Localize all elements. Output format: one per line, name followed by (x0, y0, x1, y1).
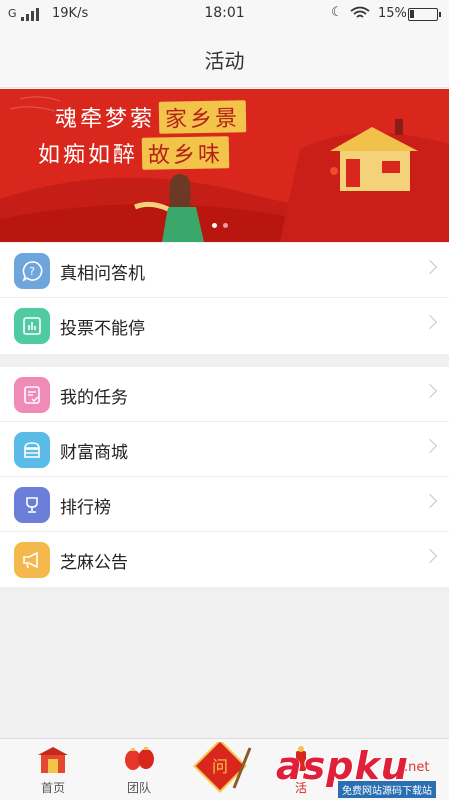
carousel-dot-2[interactable] (223, 223, 228, 228)
menu-item-my-tasks[interactable]: 我的任务 (0, 367, 449, 422)
menu-item-vote[interactable]: 投票不能停 (0, 298, 449, 353)
menu-item-wealth-mall[interactable]: 财富商城 (0, 422, 449, 477)
menu-item-label: 排行榜 (60, 498, 111, 518)
megaphone-icon (14, 542, 50, 578)
promo-banner[interactable]: 魂牵梦萦 家乡景 如痴如醉 故乡味 (0, 89, 449, 242)
task-icon (14, 377, 50, 413)
carousel-dot-1[interactable] (212, 223, 217, 228)
chevron-right-icon (422, 438, 438, 454)
menu-item-label: 芝麻公告 (60, 553, 128, 573)
watermark-net: .net (404, 760, 430, 775)
svg-text:问: 问 (212, 757, 228, 776)
chart-icon (14, 308, 50, 344)
menu-item-leaderboard[interactable]: 排行榜 (0, 477, 449, 532)
center-action-button[interactable]: 问 (192, 739, 252, 798)
battery-icon (408, 8, 441, 21)
tab-home[interactable]: 首页 (18, 739, 88, 800)
moon-icon: ☾ (331, 5, 343, 20)
menu-item-label: 我的任务 (60, 388, 128, 408)
couplet-icon: 问 (193, 739, 252, 793)
svg-text:?: ? (29, 265, 35, 278)
page-title: 活动 (204, 49, 245, 73)
watermark: aspku .net 免费网站源码下载站 (276, 736, 449, 800)
tab-team[interactable]: 团队 (104, 739, 174, 800)
top-app-bar: 活动 (0, 28, 449, 88)
carousel-dots[interactable] (212, 223, 228, 228)
status-bar: G 19K/s 18:01 ☾ 15% (0, 0, 449, 28)
chevron-right-icon (422, 259, 438, 275)
menu-item-announcements[interactable]: 芝麻公告 (0, 532, 449, 587)
banner-line-2: 如痴如醉 故乡味 (38, 136, 230, 170)
banner-line-1: 魂牵梦萦 家乡景 (55, 100, 247, 134)
activity-group-2: 我的任务 财富商城 排行榜 芝麻公告 (0, 367, 449, 587)
menu-item-label: 财富商城 (60, 443, 128, 463)
tab-label: 首页 (40, 781, 65, 795)
trophy-icon (14, 487, 50, 523)
shop-icon (14, 432, 50, 468)
tab-label: 团队 (126, 781, 151, 795)
wifi-icon (350, 6, 370, 18)
menu-item-label: 投票不能停 (60, 319, 145, 339)
menu-item-qa-machine[interactable]: ? 真相问答机 (0, 243, 449, 298)
chevron-right-icon (422, 493, 438, 509)
lantern-icon (125, 747, 154, 770)
menu-item-label: 真相问答机 (60, 264, 145, 284)
chevron-right-icon (422, 548, 438, 564)
chevron-right-icon (422, 314, 438, 330)
watermark-subtitle: 免费网站源码下载站 (338, 781, 436, 798)
temple-icon (38, 747, 68, 773)
activity-group-1: ? 真相问答机 投票不能停 (0, 243, 449, 354)
question-icon: ? (14, 253, 50, 289)
chevron-right-icon (422, 383, 438, 399)
battery-percent: 15% (378, 6, 407, 21)
